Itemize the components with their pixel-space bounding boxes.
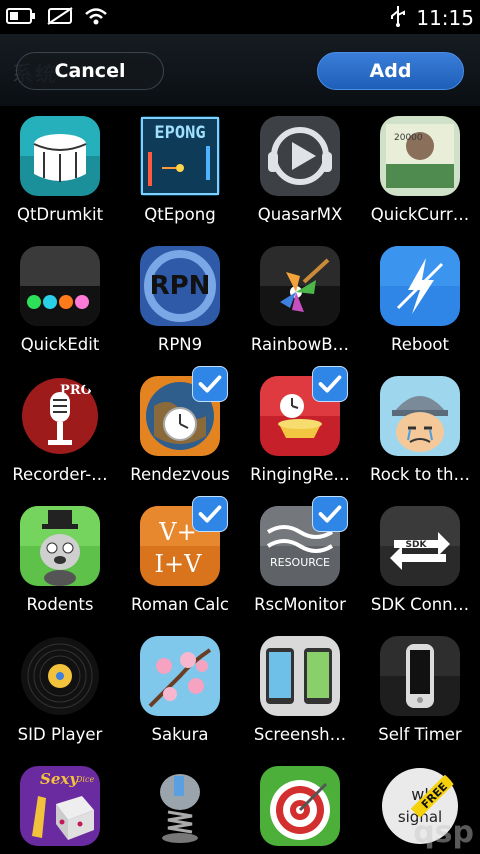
app-item-quasarmx[interactable]: QuasarMX — [240, 106, 360, 236]
phones-screenshot-icon — [260, 636, 340, 716]
app-item-qtepong[interactable]: EPONG QtEpong — [120, 106, 240, 236]
app-label: RPN9 — [157, 335, 203, 354]
roman-bottom-text: I+V — [155, 550, 203, 578]
app-item-rock-to-the[interactable]: Rock to th… — [360, 366, 480, 496]
app-label: QuickCurr… — [370, 205, 470, 224]
app-label: RainbowB… — [250, 335, 350, 354]
banknote-icon: 20000 — [380, 116, 460, 196]
app-item-ringingre[interactable]: RingingRe… — [240, 366, 360, 496]
app-label: Sakura — [151, 725, 209, 744]
app-label: RingingRe… — [250, 465, 350, 484]
app-item-quickcurr[interactable]: 20000 QuickCurr… — [360, 106, 480, 236]
rainbow-brush-icon — [260, 246, 340, 326]
resource-text: RESOURCE — [270, 556, 330, 569]
app-item-self-timer[interactable]: Self Timer — [360, 626, 480, 756]
status-clock: 11:15 — [416, 6, 474, 30]
status-right: 11:15 — [388, 4, 474, 32]
microphone-icon: PRO — [20, 376, 100, 456]
app-item-roman-calc[interactable]: V+ I+V Roman Calc — [120, 496, 240, 626]
play-headphones-icon — [260, 116, 340, 196]
app-item-rpn9[interactable]: RPN RPN9 — [120, 236, 240, 366]
sdk-text: SDK — [406, 540, 428, 550]
rodent-hat-icon — [20, 506, 100, 586]
app-label: RscMonitor — [254, 595, 346, 614]
app-label: QtDrumkit — [16, 205, 104, 224]
app-label: QtEpong — [144, 205, 216, 224]
app-label: QuasarMX — [257, 205, 343, 224]
drum-icon — [20, 116, 100, 196]
watermark-logo: qsp — [413, 815, 474, 850]
app-item-sakura[interactable]: Sakura — [120, 626, 240, 756]
app-item-sexy-dice[interactable]: Sexy Dice — [0, 756, 120, 854]
color-dots-icon — [20, 246, 100, 326]
wifi-icon — [84, 6, 108, 30]
app-label: SID Player — [17, 725, 103, 744]
no-sim-icon — [46, 6, 74, 30]
dice-title-text: Dice — [75, 775, 94, 784]
app-item-rainbowb[interactable]: RainbowB… — [240, 236, 360, 366]
app-item-recorder[interactable]: PRO Recorder-… — [0, 366, 120, 496]
app-label: Screensh… — [253, 725, 347, 744]
spring-phone-icon — [140, 766, 220, 846]
app-item-qtdrumkit[interactable]: QtDrumkit — [0, 106, 120, 236]
app-item-target[interactable] — [240, 756, 360, 854]
app-label: Rodents — [26, 595, 94, 614]
selected-checkmark-icon — [312, 366, 348, 402]
add-button[interactable]: Add — [317, 52, 464, 90]
viking-face-icon — [380, 376, 460, 456]
usb-connection-icon — [388, 4, 408, 32]
selected-checkmark-icon — [192, 496, 228, 532]
target-dart-icon — [260, 766, 340, 846]
app-label: Reboot — [390, 335, 449, 354]
app-item-rodents[interactable]: Rodents — [0, 496, 120, 626]
battery-icon — [6, 7, 36, 29]
status-bar: 11:15 — [0, 0, 480, 34]
selection-toolbar: 系统 Cancel Add — [0, 34, 480, 106]
cancel-button[interactable]: Cancel — [16, 52, 164, 90]
app-item-sdk-conn[interactable]: SDK SDK Conn… — [360, 496, 480, 626]
selected-checkmark-icon — [312, 496, 348, 532]
app-label: Rock to th… — [370, 465, 470, 484]
status-left-icons — [6, 6, 108, 30]
lightning-icon — [380, 246, 460, 326]
sdk-arrows-icon: SDK — [380, 506, 460, 586]
app-item-screensh[interactable]: Screensh… — [240, 626, 360, 756]
epong-icon: EPONG — [140, 116, 220, 196]
app-label: Roman Calc — [131, 595, 229, 614]
app-label: SDK Conn… — [370, 595, 470, 614]
app-item-quickedit[interactable]: QuickEdit — [0, 236, 120, 366]
cherry-blossom-icon — [140, 636, 220, 716]
app-item-rscmonitor[interactable]: RESOURCE RscMonitor — [240, 496, 360, 626]
app-item-spring[interactable] — [120, 756, 240, 854]
app-item-rendezvous[interactable]: Rendezvous — [120, 366, 240, 496]
sexy-dice-icon: Sexy Dice — [20, 766, 100, 846]
app-label: Rendezvous — [130, 465, 230, 484]
svg-text:20000: 20000 — [394, 133, 423, 143]
epong-title-text: EPONG — [154, 123, 205, 143]
phone-timer-icon — [380, 636, 460, 716]
selected-checkmark-icon — [192, 366, 228, 402]
app-label: Self Timer — [378, 725, 462, 744]
roman-top-text: V+ — [158, 518, 196, 546]
app-item-sid-player[interactable]: SID Player — [0, 626, 120, 756]
app-label: QuickEdit — [20, 335, 100, 354]
sexy-title-text: Sexy — [40, 770, 79, 788]
rpn-text: RPN — [150, 271, 211, 301]
app-label: Recorder-… — [12, 465, 108, 484]
rpn-icon: RPN — [140, 246, 220, 326]
vinyl-record-icon — [20, 636, 100, 716]
app-grid: QtDrumkit EPONG QtEpong QuasarMX 20000 Q… — [0, 106, 480, 854]
app-item-reboot[interactable]: Reboot — [360, 236, 480, 366]
